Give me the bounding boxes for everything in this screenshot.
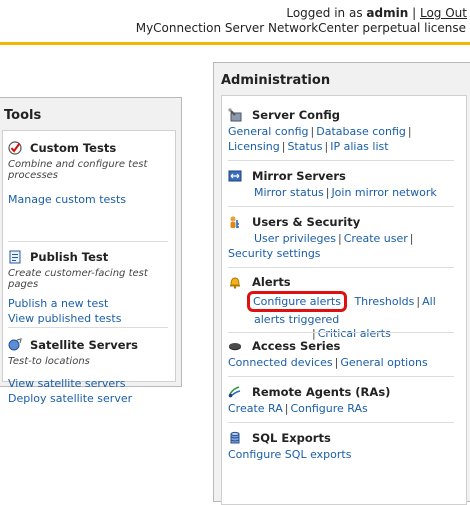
remote-agent-icon xyxy=(228,385,242,399)
publish-test-title: Publish Test xyxy=(30,250,109,264)
bell-icon xyxy=(228,275,242,289)
user-key-icon xyxy=(228,215,242,229)
remote-agents-title: Remote Agents (RAs) xyxy=(252,385,391,399)
configure-alerts-highlight: Configure alerts xyxy=(247,291,347,312)
satellite-servers-section: Satellite Servers Test-to locations View… xyxy=(8,336,170,406)
users-security-title: Users & Security xyxy=(252,215,361,229)
server-config-title: Server Config xyxy=(252,108,341,122)
tools-panel: Tools Custom Tests Combine and configure… xyxy=(0,97,182,405)
satellite-icon xyxy=(8,338,22,352)
security-settings-link[interactable]: Security settings xyxy=(228,247,321,260)
ip-alias-list-link[interactable]: IP alias list xyxy=(330,140,388,153)
tools-panel-body: Custom Tests Combine and configure test … xyxy=(2,130,176,405)
satellite-servers-desc: Test-to locations xyxy=(8,356,90,367)
checkmark-icon xyxy=(8,141,22,155)
custom-tests-desc: Combine and configure test processes xyxy=(8,159,148,181)
mirror-servers-icon xyxy=(228,169,242,183)
login-status: Logged in as admin | Log Out xyxy=(286,6,467,20)
mirror-servers-title: Mirror Servers xyxy=(252,169,346,183)
custom-tests-section: Custom Tests Combine and configure test … xyxy=(8,139,170,207)
header-accent-bar xyxy=(0,42,470,45)
mirror-servers-section: Mirror Servers Mirror status | Join mirror… xyxy=(228,167,453,200)
divider xyxy=(8,327,168,328)
server-config-section: Server Config General config | Database co… xyxy=(228,108,412,153)
configure-ras-link[interactable]: Configure RAs xyxy=(291,402,368,415)
username: admin xyxy=(366,6,409,20)
configure-sql-exports-link[interactable]: Configure SQL exports xyxy=(228,448,351,461)
thresholds-link[interactable]: Thresholds xyxy=(354,295,414,308)
access-series-title: Access Series xyxy=(252,339,341,353)
divider xyxy=(8,241,168,242)
access-device-icon xyxy=(228,339,242,353)
view-published-tests-link[interactable]: View published tests xyxy=(8,311,170,326)
license-text: MyConnection Server NetworkCenter perpet… xyxy=(135,21,466,35)
document-icon xyxy=(8,250,22,264)
database-icon xyxy=(228,431,242,445)
database-config-link[interactable]: Database config xyxy=(316,125,406,138)
status-link[interactable]: Status xyxy=(287,140,322,153)
divider xyxy=(228,422,454,423)
divider xyxy=(228,376,454,377)
logged-in-prefix: Logged in as xyxy=(286,6,363,20)
licensing-link[interactable]: Licensing xyxy=(228,140,280,153)
alerts-section: Alerts Configure alerts Thresholds | All a… xyxy=(228,273,453,341)
divider xyxy=(228,332,454,333)
deploy-satellite-server-link[interactable]: Deploy satellite server xyxy=(8,391,170,406)
alerts-title: Alerts xyxy=(252,275,291,289)
server-tools-icon xyxy=(228,108,242,122)
custom-tests-title: Custom Tests xyxy=(30,141,117,155)
administration-panel-body: Server Config General config | Database co… xyxy=(221,95,467,505)
administration-panel: Administration Server Config General con… xyxy=(213,62,470,505)
publish-test-section: Publish Test Create customer-facing test… xyxy=(8,248,170,326)
publish-test-desc: Create customer-facing test pages xyxy=(8,268,148,290)
access-series-section: Access Series Connected devices | General … xyxy=(228,339,428,369)
connected-devices-link[interactable]: Connected devices xyxy=(228,356,333,369)
logout-link[interactable]: Log Out xyxy=(420,6,467,20)
remote-agents-section: Remote Agents (RAs) Create RA | Configure … xyxy=(228,385,391,415)
manage-custom-tests-link[interactable]: Manage custom tests xyxy=(8,192,170,207)
tools-title: Tools xyxy=(4,108,42,123)
satellite-servers-title: Satellite Servers xyxy=(30,338,139,352)
users-security-section: Users & Security User privileges | Create … xyxy=(228,215,414,260)
publish-new-test-link[interactable]: Publish a new test xyxy=(8,296,170,311)
administration-title: Administration xyxy=(221,73,331,88)
header: Logged in as admin | Log Out MyConnectio… xyxy=(0,0,470,46)
general-config-link[interactable]: General config xyxy=(228,125,309,138)
sql-exports-title: SQL Exports xyxy=(252,431,331,445)
create-user-link[interactable]: Create user xyxy=(344,232,408,245)
view-satellite-servers-link[interactable]: View satellite servers xyxy=(8,376,170,391)
general-options-link[interactable]: General options xyxy=(340,356,427,369)
divider xyxy=(228,160,454,161)
divider xyxy=(228,206,454,207)
join-mirror-network-link[interactable]: Join mirror network xyxy=(331,186,436,199)
user-privileges-link[interactable]: User privileges xyxy=(254,232,336,245)
divider xyxy=(228,267,454,268)
mirror-status-link[interactable]: Mirror status xyxy=(254,186,324,199)
sql-exports-section: SQL Exports Configure SQL exports xyxy=(228,429,453,462)
configure-alerts-link[interactable]: Configure alerts xyxy=(253,295,341,308)
create-ra-link[interactable]: Create RA xyxy=(228,402,283,415)
